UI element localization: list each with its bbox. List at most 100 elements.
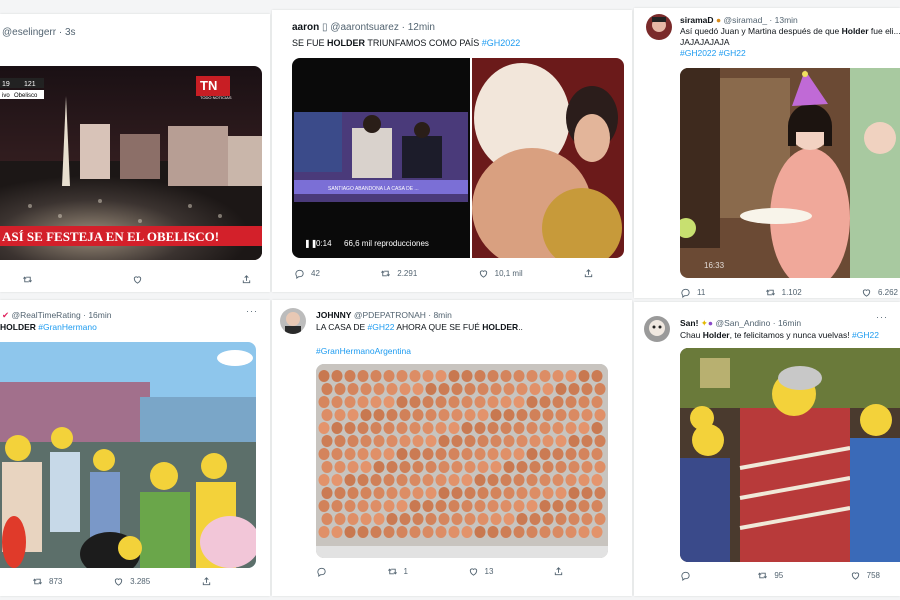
retweet-button[interactable] <box>22 274 33 285</box>
like-button[interactable]: 3.285 <box>113 576 150 587</box>
egg <box>321 435 333 447</box>
tweet-actions <box>22 274 252 285</box>
retweet-button[interactable]: 1 <box>387 566 408 577</box>
share-button[interactable] <box>241 274 252 285</box>
reply-icon <box>680 570 691 581</box>
tweet-card-johnny[interactable]: JOHNNY @PDEPATRONAH · 8min LA CASA DE #G… <box>272 300 632 596</box>
retweet-button[interactable]: 2.291 <box>380 268 417 279</box>
egg <box>438 435 450 447</box>
like-button[interactable]: 13 <box>468 566 493 577</box>
tweet-card-realtimerating[interactable]: ✔ @RealTimeRating · 16min ··· HOLDER #Gr… <box>0 300 270 596</box>
egg <box>555 487 567 499</box>
tweet-card-siramad[interactable]: siramaD ● @siramad_ · 13min Así quedó Ju… <box>634 8 900 298</box>
tweet-card-aaron[interactable]: aaron ▯ @aarontsuarez · 12min SE FUE HOL… <box>272 10 632 292</box>
egg <box>565 448 577 460</box>
avatar[interactable] <box>280 308 306 334</box>
egg <box>425 513 437 525</box>
retweet-count: 873 <box>49 577 63 586</box>
heart-icon <box>468 566 479 577</box>
like-button[interactable]: 10,1 mil <box>478 268 523 279</box>
tweet-media-simpsons-trial[interactable] <box>680 348 900 562</box>
handle[interactable]: @aarontsuarez <box>330 22 399 33</box>
retweet-button[interactable]: 1.102 <box>765 287 802 298</box>
retweet-button[interactable]: 95 <box>757 570 783 581</box>
egg <box>318 500 330 512</box>
tweet-media-video[interactable]: SANTIAGO ABANDONA LA CASA DE ... ❚❚ 0:14… <box>292 58 624 258</box>
display-name[interactable]: JOHNNY <box>316 310 351 320</box>
egg <box>386 435 398 447</box>
egg <box>409 448 421 460</box>
egg <box>373 383 385 395</box>
handle[interactable]: @eselingerr <box>2 27 56 38</box>
reply-button[interactable] <box>316 566 327 577</box>
egg <box>399 383 411 395</box>
hashtag-link[interactable]: #GranHermanoArgentina <box>316 346 411 357</box>
heart-icon <box>861 287 872 298</box>
retweet-button[interactable]: 873 <box>32 576 62 587</box>
egg <box>425 409 437 421</box>
egg <box>344 422 356 434</box>
egg <box>461 500 473 512</box>
egg <box>500 526 512 538</box>
tweet-card-obelisco[interactable]: @eselingerr · 3s 19 121 ivo Obelisco TN … <box>0 14 270 292</box>
egg <box>490 383 502 395</box>
tweet-card-san[interactable]: San! ✦● @San_Andino · 16min ··· Chau Hol… <box>634 302 900 596</box>
like-count: 3.285 <box>130 577 151 586</box>
egg <box>552 526 564 538</box>
emoji-icon: ● <box>707 318 714 328</box>
tweet-actions: 873 3.285 <box>32 576 212 587</box>
display-name[interactable]: San! <box>680 318 698 328</box>
egg <box>422 526 434 538</box>
more-icon[interactable]: ··· <box>246 306 258 316</box>
egg <box>334 513 346 525</box>
retweet-count: 1.102 <box>781 288 802 297</box>
hashtag-link[interactable]: #GH22 <box>368 322 395 332</box>
reply-icon <box>680 287 691 298</box>
hashtag-link[interactable]: #GH22 <box>852 330 879 340</box>
timestamp: · 12min <box>401 22 435 33</box>
share-button[interactable] <box>201 576 212 587</box>
egg <box>594 513 606 525</box>
like-button[interactable]: 6.262 <box>861 287 898 298</box>
tweet-text: SE FUE HOLDER TRIUNFAMOS COMO PAÍS #GH20… <box>292 38 520 49</box>
egg <box>399 435 411 447</box>
handle[interactable]: @PDEPATRONAH <box>354 310 426 320</box>
avatar[interactable] <box>644 316 670 342</box>
egg <box>448 474 460 486</box>
handle[interactable]: @RealTimeRating <box>12 310 81 320</box>
avatar[interactable] <box>646 14 672 40</box>
tweet-actions: 95 758 <box>680 570 880 581</box>
share-button[interactable] <box>553 566 564 577</box>
tweet-media-simpsons-party[interactable] <box>0 342 256 568</box>
tweet-media-sitcom[interactable]: 16:33 <box>680 68 900 278</box>
display-name[interactable]: aaron <box>292 22 319 33</box>
hashtag-link[interactable]: #GH2022 <box>482 38 521 48</box>
reply-icon <box>316 566 327 577</box>
egg <box>526 526 538 538</box>
egg <box>357 422 369 434</box>
reply-button[interactable]: 42 <box>294 268 320 279</box>
reply-button[interactable]: 11 <box>680 287 705 298</box>
handle[interactable]: @siramad_ <box>723 15 767 25</box>
hashtag-link[interactable]: #GranHermano <box>38 322 97 332</box>
tweet-media-eggs[interactable] <box>316 364 608 558</box>
reply-button[interactable] <box>680 570 691 581</box>
egg <box>435 422 447 434</box>
egg <box>448 448 460 460</box>
tweet-media-obelisco[interactable]: 19 121 ivo Obelisco TN TODO NOTICIAS ASÍ… <box>0 66 262 260</box>
egg <box>490 487 502 499</box>
egg <box>542 461 554 473</box>
hashtag-links[interactable]: #GH2022 #GH22 <box>680 48 746 59</box>
like-button[interactable] <box>132 274 143 285</box>
egg <box>490 461 502 473</box>
egg <box>344 370 356 382</box>
tn-logo-sub: TODO NOTICIAS <box>200 95 232 100</box>
egg <box>581 435 593 447</box>
egg <box>516 383 528 395</box>
more-icon[interactable]: ··· <box>876 312 888 322</box>
display-name[interactable]: siramaD <box>680 15 714 25</box>
text-part: Así quedó Juan y Martina después de que <box>680 26 842 36</box>
share-button[interactable] <box>583 268 594 279</box>
like-button[interactable]: 758 <box>850 570 880 581</box>
handle[interactable]: @San_Andino <box>715 318 770 328</box>
